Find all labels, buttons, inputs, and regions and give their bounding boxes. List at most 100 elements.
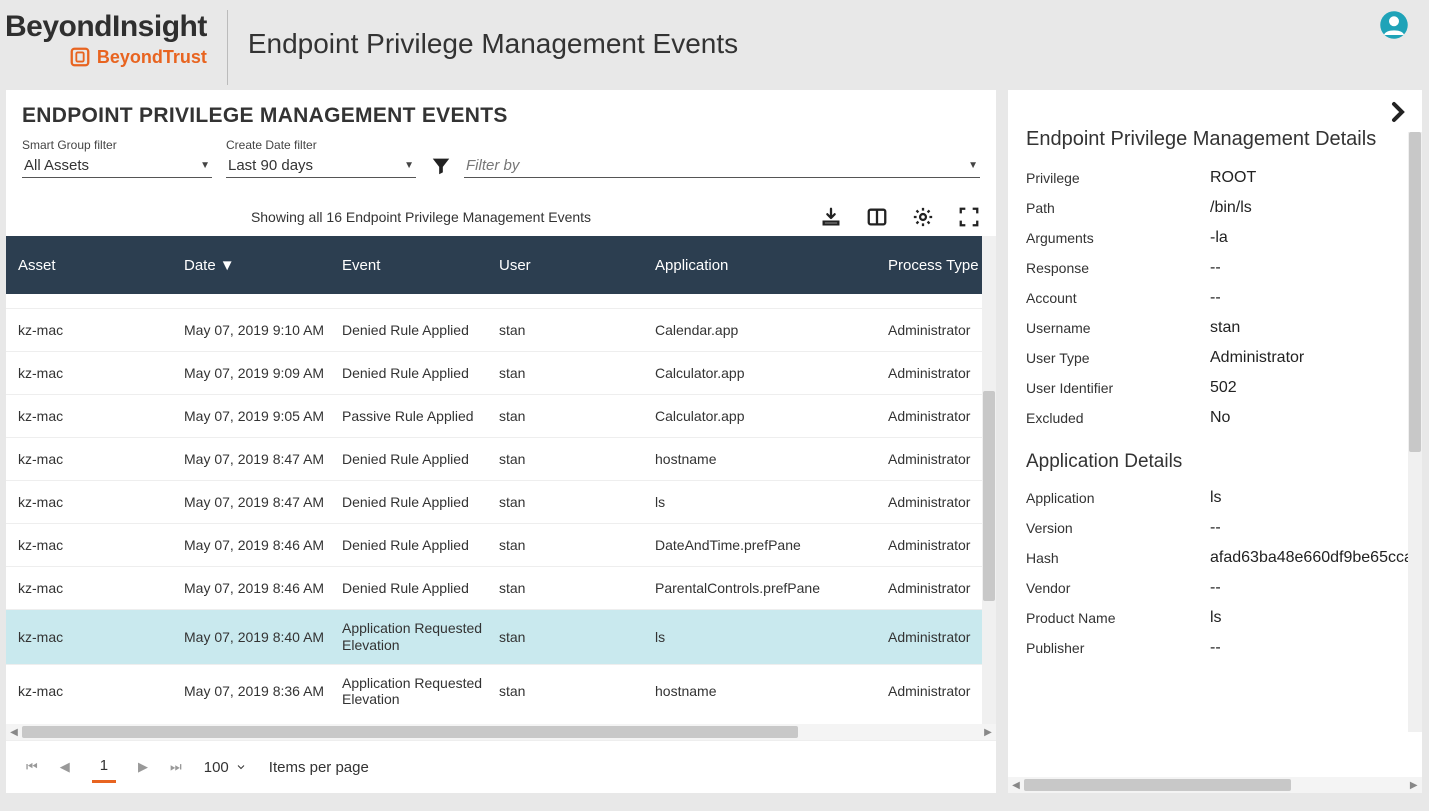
filter-by-group: Filter by ▼: [430, 154, 980, 178]
create-date-select[interactable]: Last 90 days ▼: [226, 154, 416, 178]
settings-button[interactable]: [912, 206, 934, 228]
page-size-value: 100: [204, 759, 229, 776]
page-next-button[interactable]: ▶: [138, 759, 148, 775]
detail-row: Vendor--: [1026, 573, 1422, 603]
cell-asset: kz-mac: [14, 580, 184, 596]
page-size-select[interactable]: 100: [204, 759, 247, 776]
detail-row: Usernamestan: [1026, 313, 1422, 343]
scrollbar-thumb[interactable]: [983, 391, 995, 601]
sort-desc-icon: ▼: [220, 257, 235, 274]
download-button[interactable]: [820, 206, 842, 228]
table-row[interactable]: kz-macMay 07, 2019 8:46 AMDenied Rule Ap…: [6, 567, 996, 610]
table-row[interactable]: kz-macMay 07, 2019 8:46 AMDenied Rule Ap…: [6, 524, 996, 567]
table-row[interactable]: kz-macMay 07, 2019 8:47 AMDenied Rule Ap…: [6, 438, 996, 481]
details-horizontal-scrollbar[interactable]: ◀ ▶: [1008, 777, 1422, 793]
detail-label: Hash: [1026, 550, 1210, 566]
cell-event: Denied Rule Applied: [342, 365, 499, 382]
detail-label: Vendor: [1026, 580, 1210, 596]
details-panel: Endpoint Privilege Management Details Pr…: [1008, 90, 1422, 793]
cell-asset: kz-mac: [14, 494, 184, 510]
detail-row: User TypeAdministrator: [1026, 343, 1422, 373]
table-row[interactable]: kz-macMay 07, 2019 8:40 AMApplication Re…: [6, 610, 996, 665]
detail-value: -la: [1210, 229, 1422, 247]
toolbar-icons: [820, 206, 980, 228]
scrollbar-thumb[interactable]: [1024, 779, 1291, 791]
col-header-date[interactable]: Date ▼: [184, 257, 342, 274]
cell-process-type: Administrator: [888, 580, 988, 596]
logo-sub: BeyondTrust: [69, 46, 207, 68]
detail-label: User Identifier: [1026, 380, 1210, 396]
details-header-bar: [1008, 90, 1422, 124]
app-header: BeyondInsight BeyondTrust Endpoint Privi…: [0, 0, 1429, 90]
col-header-process-type[interactable]: Process Type: [888, 257, 988, 274]
scroll-left-arrow[interactable]: ◀: [1008, 780, 1024, 791]
scroll-track[interactable]: [22, 726, 980, 738]
detail-row: Publisher--: [1026, 633, 1422, 663]
col-header-user[interactable]: User: [499, 257, 655, 274]
cell-asset: kz-mac: [14, 408, 184, 424]
filter-by-select[interactable]: Filter by ▼: [464, 154, 980, 178]
table-horizontal-scrollbar[interactable]: ◀ ▶: [6, 724, 996, 740]
cell-asset: kz-mac: [14, 365, 184, 381]
detail-value: --: [1210, 519, 1422, 537]
details-vertical-scrollbar[interactable]: [1408, 132, 1422, 732]
application-details-header: Application Details: [1026, 433, 1422, 483]
col-header-date-label: Date: [184, 257, 216, 274]
cell-process-type: Administrator: [888, 408, 988, 424]
page-first-button[interactable]: ⏮: [26, 759, 38, 775]
cell-application: Calendar.app: [655, 322, 888, 338]
chevron-down-icon: [235, 761, 247, 773]
scroll-right-arrow[interactable]: ▶: [1406, 780, 1422, 791]
main-area: ENDPOINT PRIVILEGE MANAGEMENT EVENTS Sma…: [0, 90, 1429, 801]
table-row[interactable]: kz-macMay 07, 2019 9:10 AMDenied Rule Ap…: [6, 309, 996, 352]
table-vertical-scrollbar[interactable]: [982, 236, 996, 724]
details-body: PrivilegeROOTPath/bin/lsArguments-laResp…: [1008, 163, 1422, 777]
scroll-left-arrow[interactable]: ◀: [6, 727, 22, 738]
detail-value: /bin/ls: [1210, 199, 1422, 217]
page-last-button[interactable]: ⏭: [170, 759, 182, 775]
detail-label: User Type: [1026, 350, 1210, 366]
cell-date: May 07, 2019 8:47 AM: [184, 494, 342, 510]
detail-label: Account: [1026, 290, 1210, 306]
cell-date: May 07, 2019 9:05 AM: [184, 408, 342, 424]
user-menu[interactable]: [1379, 10, 1409, 40]
columns-button[interactable]: [866, 206, 888, 228]
table-header: Asset Date ▼ Event User Application Proc…: [6, 236, 996, 294]
scroll-right-arrow[interactable]: ▶: [980, 727, 996, 738]
detail-row: Product Namels: [1026, 603, 1422, 633]
cell-event: Denied Rule Applied: [342, 451, 499, 468]
col-header-event[interactable]: Event: [342, 257, 499, 274]
smart-group-select[interactable]: All Assets ▼: [22, 154, 212, 178]
collapse-panel-button[interactable]: [1386, 100, 1410, 124]
col-header-asset[interactable]: Asset: [14, 257, 184, 274]
beyondtrust-icon: [69, 46, 91, 68]
cell-process-type: Administrator: [888, 451, 988, 467]
filter-icon: [430, 155, 452, 177]
scrollbar-thumb[interactable]: [1409, 132, 1421, 452]
detail-value: --: [1210, 579, 1422, 597]
page-number[interactable]: 1: [92, 751, 116, 783]
col-header-application[interactable]: Application: [655, 257, 888, 274]
scroll-track[interactable]: [1024, 779, 1406, 791]
scrollbar-thumb[interactable]: [22, 726, 798, 738]
cell-application: DateAndTime.prefPane: [655, 537, 888, 553]
events-panel-title: ENDPOINT PRIVILEGE MANAGEMENT EVENTS: [6, 90, 996, 134]
page-prev-button[interactable]: ◀: [60, 759, 70, 775]
cell-asset: kz-mac: [14, 322, 184, 338]
table-row[interactable]: kz-macMay 07, 2019 8:36 AMApplication Re…: [6, 665, 996, 704]
cell-user: stan: [499, 629, 655, 645]
table-row[interactable]: kz-macMay 07, 2019 8:47 AMDenied Rule Ap…: [6, 481, 996, 524]
smart-group-filter: Smart Group filter All Assets ▼: [22, 138, 212, 178]
detail-row: Response--: [1026, 253, 1422, 283]
detail-label: Privilege: [1026, 170, 1210, 186]
table-row[interactable]: kz-macMay 07, 2019 9:05 AMPassive Rule A…: [6, 395, 996, 438]
table-row[interactable]: kz-macMay 07, 2019 9:09 AMDenied Rule Ap…: [6, 352, 996, 395]
fullscreen-button[interactable]: [958, 206, 980, 228]
cell-process-type: Administrator: [888, 494, 988, 510]
detail-label: Excluded: [1026, 410, 1210, 426]
detail-row: ExcludedNo: [1026, 403, 1422, 433]
detail-label: Version: [1026, 520, 1210, 536]
cell-asset: kz-mac: [14, 451, 184, 467]
detail-row: Arguments-la: [1026, 223, 1422, 253]
create-date-value: Last 90 days: [228, 157, 313, 174]
